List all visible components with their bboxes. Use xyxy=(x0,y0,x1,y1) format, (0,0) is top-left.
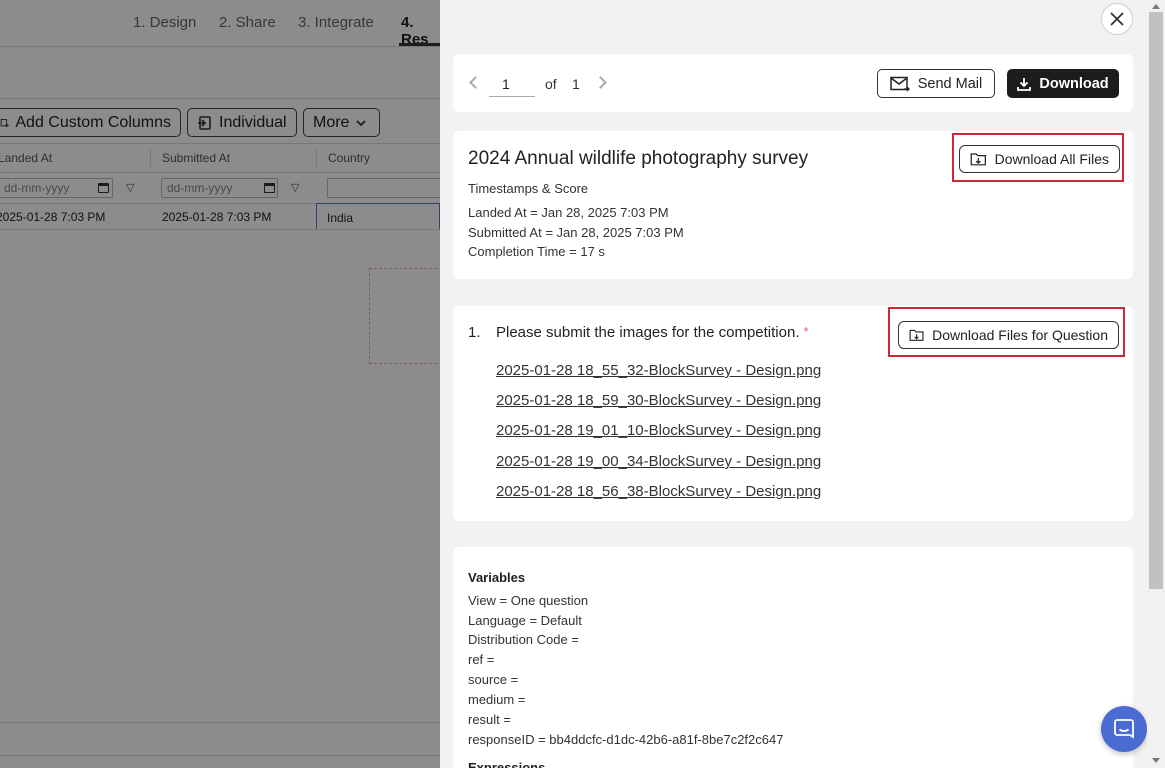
required-marker: * xyxy=(803,324,809,339)
scrollbar[interactable] xyxy=(1147,0,1165,768)
variables-heading: Variables xyxy=(468,570,526,585)
close-button[interactable] xyxy=(1101,3,1133,35)
variable-line: Language = Default xyxy=(468,613,582,628)
download-all-files-button[interactable]: Download All Files xyxy=(959,145,1120,173)
download-files-for-question-button[interactable]: Download Files for Question xyxy=(898,321,1119,349)
download-icon xyxy=(1017,77,1032,91)
variable-line: View = One question xyxy=(468,593,589,608)
pagination-bar: 1 of 1 Send Mail Download xyxy=(453,54,1133,112)
file-link[interactable]: 2025-01-28 19_01_10-BlockSurvey - Design… xyxy=(496,422,821,439)
mail-icon xyxy=(890,76,910,91)
survey-title: 2024 Annual wildlife photography survey xyxy=(468,148,809,169)
variable-line: responseID = bb4ddcfc-d1dc-42b6-a81f-8be… xyxy=(468,732,784,747)
modal-overlay[interactable] xyxy=(0,0,440,768)
variable-line: medium = xyxy=(468,692,526,707)
send-mail-label: Send Mail xyxy=(917,75,983,92)
question-card: 1. Please submit the images for the comp… xyxy=(453,306,1133,521)
file-link[interactable]: 2025-01-28 19_00_34-BlockSurvey - Design… xyxy=(496,453,821,470)
scrollbar-thumb[interactable] xyxy=(1149,12,1163,589)
scroll-up-arrow[interactable] xyxy=(1152,4,1160,9)
response-drawer: 1 of 1 Send Mail Download 2024 Annual wi… xyxy=(440,0,1147,768)
variable-line: ref = xyxy=(468,652,495,667)
total-pages: 1 xyxy=(572,76,580,92)
download-button[interactable]: Download xyxy=(1007,69,1119,98)
question-label: Please submit the images for the competi… xyxy=(496,324,800,341)
variable-line: result = xyxy=(468,712,511,727)
folder-download-icon xyxy=(909,329,924,341)
question-number: 1. xyxy=(468,324,481,341)
chat-icon xyxy=(1114,719,1134,739)
of-label: of xyxy=(545,76,557,92)
chat-support-button[interactable] xyxy=(1101,706,1147,752)
expressions-heading: Expressions xyxy=(468,760,546,768)
send-mail-button[interactable]: Send Mail xyxy=(877,69,995,98)
question-text: Please submit the images for the competi… xyxy=(496,324,809,341)
previous-page-icon[interactable] xyxy=(469,76,482,89)
landed-at-value: Landed At = Jan 28, 2025 7:03 PM xyxy=(468,205,669,220)
variables-card: Variables View = One question Language =… xyxy=(453,547,1133,768)
variable-line: Distribution Code = xyxy=(468,632,579,647)
timestamps-heading: Timestamps & Score xyxy=(468,181,589,196)
submitted-at-value: Submitted At = Jan 28, 2025 7:03 PM xyxy=(468,225,684,240)
folder-download-icon xyxy=(970,153,986,166)
page-number-input[interactable]: 1 xyxy=(489,73,535,97)
file-link[interactable]: 2025-01-28 18_59_30-BlockSurvey - Design… xyxy=(496,392,821,409)
response-info-card: 2024 Annual wildlife photography survey … xyxy=(453,131,1133,279)
download-label: Download xyxy=(1039,75,1109,92)
file-link[interactable]: 2025-01-28 18_55_32-BlockSurvey - Design… xyxy=(496,362,821,379)
download-files-for-question-label: Download Files for Question xyxy=(932,327,1108,343)
variable-line: source = xyxy=(468,672,519,687)
file-link[interactable]: 2025-01-28 18_56_38-BlockSurvey - Design… xyxy=(496,483,821,500)
close-icon xyxy=(1110,12,1124,26)
scroll-down-arrow[interactable] xyxy=(1152,758,1160,763)
download-all-files-label: Download All Files xyxy=(994,151,1109,167)
next-page-icon[interactable] xyxy=(594,76,607,89)
completion-time-value: Completion Time = 17 s xyxy=(468,244,605,259)
